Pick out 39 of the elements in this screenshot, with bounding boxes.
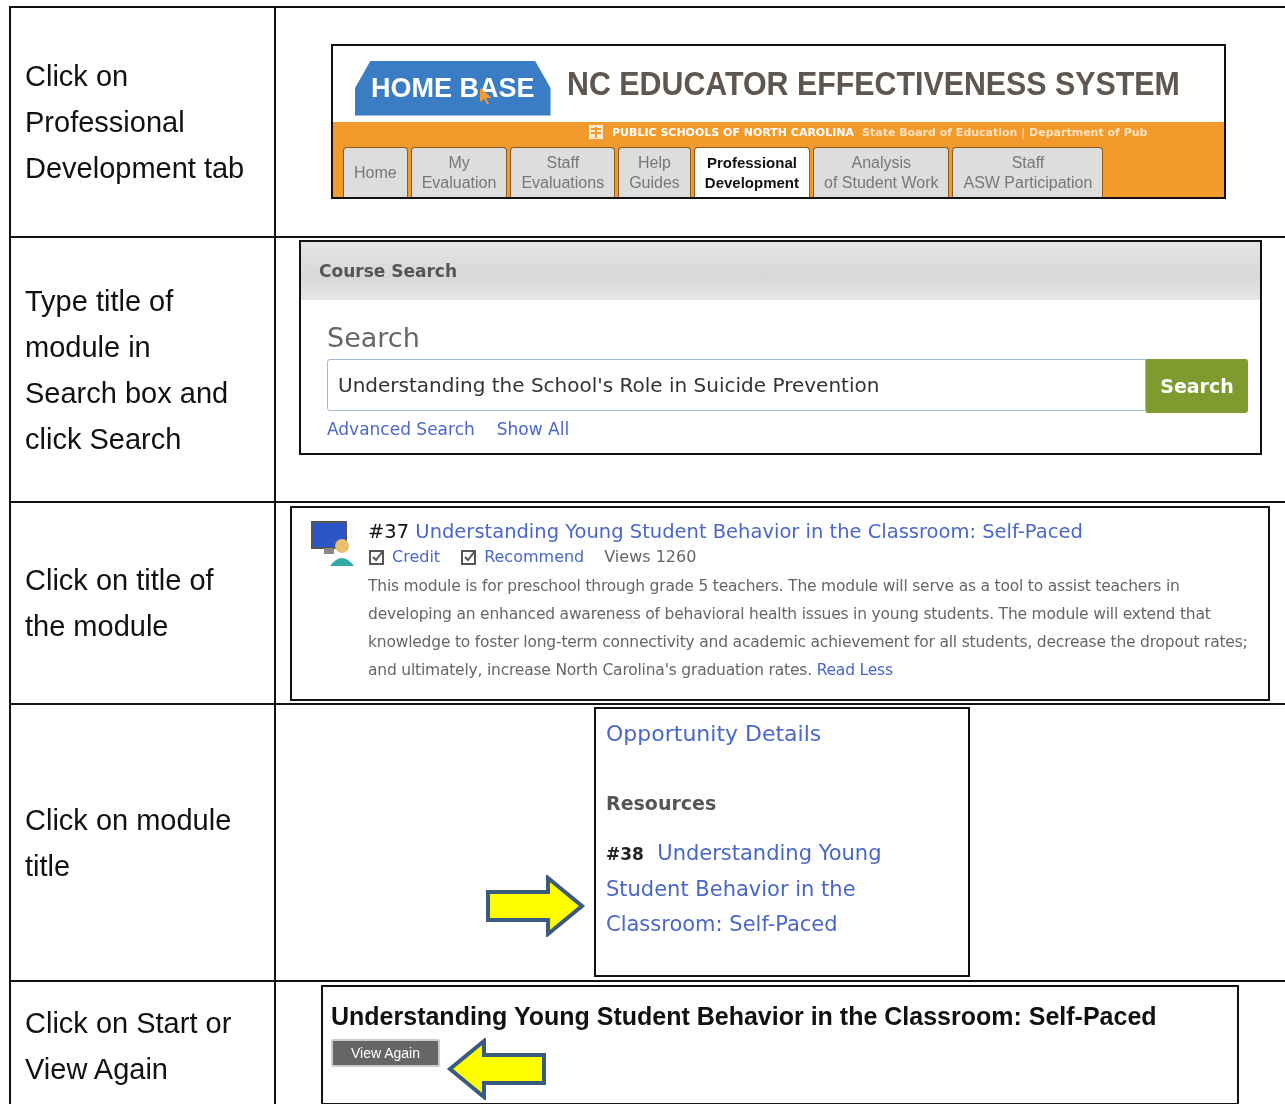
arrow-icon bbox=[486, 875, 586, 937]
home-base-logo: HOME BASE bbox=[355, 60, 551, 116]
nav-tab[interactable]: Help Guides bbox=[618, 147, 691, 197]
nav-tab[interactable]: My Evaluation bbox=[410, 147, 508, 197]
search-link[interactable]: Advanced Search bbox=[327, 419, 475, 439]
nav-tab[interactable]: Professional Development bbox=[693, 147, 811, 197]
module-title: Understanding Young Student Behavior in the Classroom: Self-Paced bbox=[331, 1001, 1157, 1032]
arrow-icon bbox=[446, 1038, 546, 1100]
checkbox-icon bbox=[460, 547, 479, 566]
result-description: This module is for preschool through grade 5 teachers. The module will serve as a tool to assist teachers in developing an enhanced awareness of behavioral health issues in young students. The module will extend that knowledge to foster long-term connectivity and academic achievement for all students, decrease the dropout rates; and ultimately, increase North Carolina's graduation rates. Read Less bbox=[368, 576, 1249, 681]
search-button[interactable]: Search bbox=[1146, 359, 1248, 413]
result-title: #37 Understanding Young Student Behavior in the Classroom: Self-Paced bbox=[368, 520, 1084, 543]
views-count: Views 1260 bbox=[604, 547, 697, 566]
nav-tab[interactable]: Staff Evaluations bbox=[510, 147, 616, 197]
nav-tab[interactable]: Staff ASW Participation bbox=[952, 147, 1104, 197]
nav-tab[interactable]: Analysis of Student Work bbox=[813, 147, 950, 197]
resource-link[interactable]: #38 Understanding Young Student Behavior in the Classroom: Self-Paced bbox=[606, 836, 958, 942]
step-instruction: Click on Start or View Again bbox=[25, 1006, 233, 1087]
view-again-button[interactable]: View Again bbox=[331, 1039, 440, 1067]
agency-subtitle: State Board of Education | Department of Pub bbox=[862, 125, 1148, 139]
step-instruction: Click on title of the module bbox=[25, 563, 215, 644]
details-heading: Opportunity Details bbox=[606, 721, 823, 746]
checkbox-icon bbox=[368, 547, 386, 566]
panel-header: Course Search bbox=[301, 242, 1260, 300]
recommend-link[interactable]: Recommend bbox=[460, 547, 585, 566]
nav-tab[interactable]: Home bbox=[343, 147, 408, 197]
agency-name: PUBLIC SCHOOLS OF NORTH CAROLINA bbox=[612, 125, 855, 139]
search-label: Search bbox=[327, 322, 421, 353]
step-instruction: Type title of module in Search box and click Search bbox=[25, 283, 230, 457]
section-heading: Resources bbox=[606, 792, 718, 814]
credit-link[interactable]: Credit bbox=[368, 547, 441, 566]
search-link[interactable]: Show All bbox=[496, 419, 570, 439]
step-instruction: Click on Professional Development tab bbox=[25, 59, 246, 186]
read-less-link[interactable]: Read Less bbox=[816, 661, 893, 679]
result-link[interactable]: Understanding Young Student Behavior in the Classroom: Self-Paced bbox=[415, 520, 1083, 543]
search-field[interactable]: Understanding the School's Role in Suicide Prevention bbox=[327, 359, 1146, 411]
computer-user-icon bbox=[310, 520, 356, 568]
step-instruction: Click on module title bbox=[25, 802, 233, 884]
system-title: NC EDUCATOR EFFECTIVENESS SYSTEM bbox=[566, 65, 1180, 103]
